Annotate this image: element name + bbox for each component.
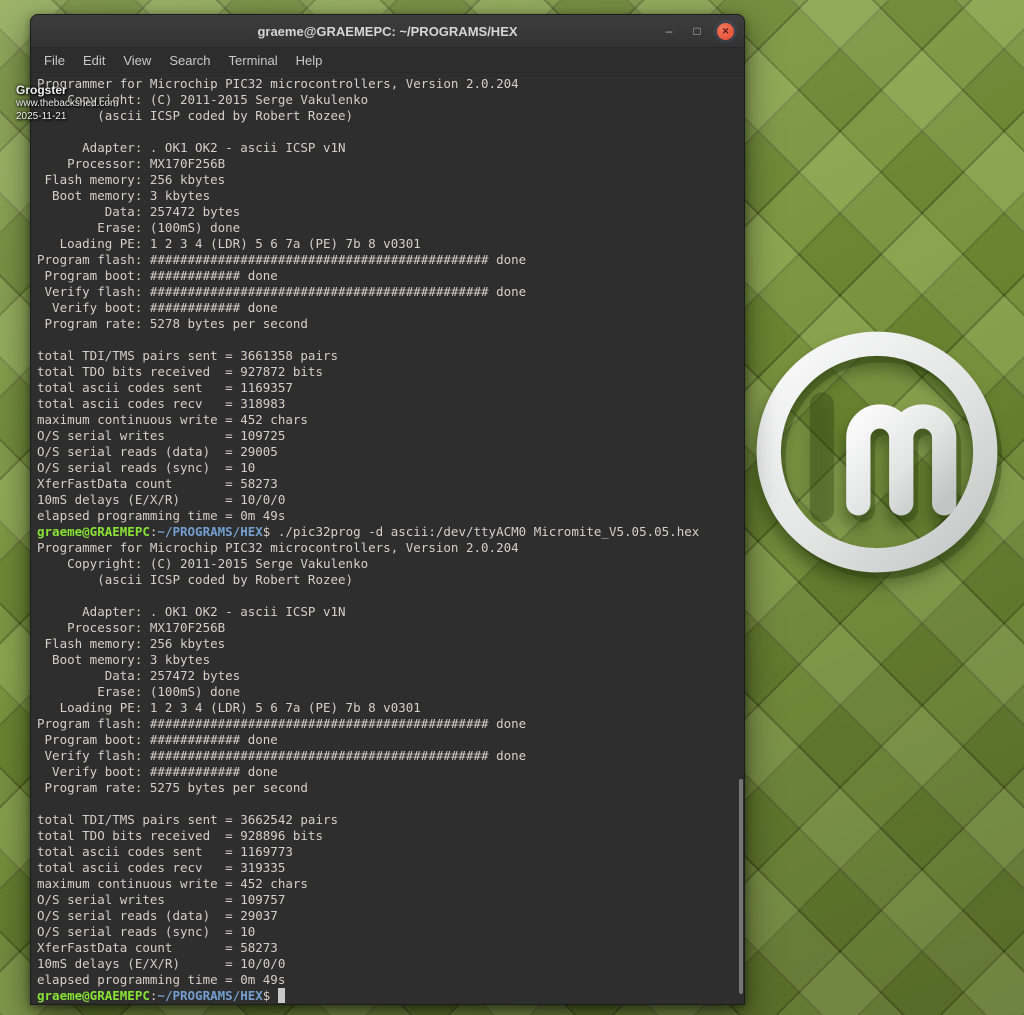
terminal-line: Processor: MX170F256B — [37, 620, 744, 636]
terminal-line: 10mS delays (E/X/R) = 10/0/0 — [37, 492, 744, 508]
terminal-line: Programmer for Microchip PIC32 microcont… — [37, 76, 744, 92]
terminal-line: Programmer for Microchip PIC32 microcont… — [37, 540, 744, 556]
terminal-area[interactable]: Programmer for Microchip PIC32 microcont… — [31, 73, 744, 1004]
terminal-line: O/S serial reads (sync) = 10 — [37, 924, 744, 940]
terminal-line: XferFastData count = 58273 — [37, 940, 744, 956]
window-titlebar[interactable]: graeme@GRAEMEPC: ~/PROGRAMS/HEX – □ ✕ — [31, 15, 744, 48]
terminal-line: total ascii codes recv = 318983 — [37, 396, 744, 412]
terminal-line: total TDI/TMS pairs sent = 3662542 pairs — [37, 812, 744, 828]
terminal-line: Verify boot: ############ done — [37, 300, 744, 316]
menu-item-terminal[interactable]: Terminal — [220, 50, 287, 71]
menu-bar: FileEditViewSearchTerminalHelp — [31, 48, 744, 73]
terminal-line: XferFastData count = 58273 — [37, 476, 744, 492]
terminal-line — [37, 588, 744, 604]
terminal-line: Flash memory: 256 kbytes — [37, 172, 744, 188]
terminal-output: Programmer for Microchip PIC32 microcont… — [37, 76, 744, 1004]
terminal-line: O/S serial reads (data) = 29037 — [37, 908, 744, 924]
minimize-button[interactable]: – — [661, 23, 677, 39]
watermark-site: www.thebackshed.com — [16, 97, 118, 110]
terminal-line: Boot memory: 3 kbytes — [37, 188, 744, 204]
terminal-line: Copyright: (C) 2011-2015 Serge Vakulenko — [37, 556, 744, 572]
terminal-line: total ascii codes sent = 1169773 — [37, 844, 744, 860]
terminal-line: Loading PE: 1 2 3 4 (LDR) 5 6 7a (PE) 7b… — [37, 700, 744, 716]
terminal-line: total ascii codes sent = 1169357 — [37, 380, 744, 396]
terminal-line: Loading PE: 1 2 3 4 (LDR) 5 6 7a (PE) 7b… — [37, 236, 744, 252]
watermark-date: 2025-11-21 — [16, 110, 118, 123]
terminal-line: Verify flash: ##########################… — [37, 284, 744, 300]
terminal-line — [37, 332, 744, 348]
terminal-cursor — [278, 988, 286, 1003]
terminal-line: Program flash: #########################… — [37, 252, 744, 268]
terminal-line: Erase: (100mS) done — [37, 220, 744, 236]
menu-item-help[interactable]: Help — [287, 50, 332, 71]
terminal-line: O/S serial writes = 109757 — [37, 892, 744, 908]
terminal-line: Verify flash: ##########################… — [37, 748, 744, 764]
terminal-line: O/S serial reads (data) = 29005 — [37, 444, 744, 460]
terminal-window: graeme@GRAEMEPC: ~/PROGRAMS/HEX – □ ✕ Fi… — [30, 14, 745, 1005]
terminal-line: (ascii ICSP coded by Robert Rozee) — [37, 572, 744, 588]
terminal-line: Data: 257472 bytes — [37, 668, 744, 684]
terminal-line: total TDO bits received = 928896 bits — [37, 828, 744, 844]
terminal-line: elapsed programming time = 0m 49s — [37, 508, 744, 524]
window-title: graeme@GRAEMEPC: ~/PROGRAMS/HEX — [31, 24, 744, 39]
watermark-author: Grogster — [16, 84, 118, 97]
terminal-line — [37, 796, 744, 812]
menu-item-view[interactable]: View — [114, 50, 160, 71]
terminal-line: Adapter: . OK1 OK2 - ascii ICSP v1N — [37, 604, 744, 620]
terminal-line: Verify boot: ############ done — [37, 764, 744, 780]
menu-item-search[interactable]: Search — [160, 50, 219, 71]
terminal-line: (ascii ICSP coded by Robert Rozee) — [37, 108, 744, 124]
maximize-button[interactable]: □ — [689, 23, 705, 39]
terminal-line: Data: 257472 bytes — [37, 204, 744, 220]
terminal-line: Erase: (100mS) done — [37, 684, 744, 700]
terminal-line: graeme@GRAEMEPC:~/PROGRAMS/HEX$ ./pic32p… — [37, 524, 744, 540]
desktop-watermark: Grogster www.thebackshed.com 2025-11-21 — [16, 84, 118, 123]
window-controls: – □ ✕ — [661, 15, 734, 47]
terminal-line: Program rate: 5275 bytes per second — [37, 780, 744, 796]
terminal-line: 10mS delays (E/X/R) = 10/0/0 — [37, 956, 744, 972]
terminal-line: elapsed programming time = 0m 49s — [37, 972, 744, 988]
terminal-line: Adapter: . OK1 OK2 - ascii ICSP v1N — [37, 140, 744, 156]
terminal-line: Program flash: #########################… — [37, 716, 744, 732]
terminal-line: Program boot: ############ done — [37, 268, 744, 284]
terminal-line: Program rate: 5278 bytes per second — [37, 316, 744, 332]
terminal-line: O/S serial writes = 109725 — [37, 428, 744, 444]
terminal-line: maximum continuous write = 452 chars — [37, 876, 744, 892]
close-button[interactable]: ✕ — [717, 23, 734, 40]
menu-item-edit[interactable]: Edit — [74, 50, 114, 71]
menu-item-file[interactable]: File — [35, 50, 74, 71]
terminal-line: total TDO bits received = 927872 bits — [37, 364, 744, 380]
terminal-line — [37, 124, 744, 140]
terminal-line: total TDI/TMS pairs sent = 3661358 pairs — [37, 348, 744, 364]
terminal-line: O/S serial reads (sync) = 10 — [37, 460, 744, 476]
terminal-line: Flash memory: 256 kbytes — [37, 636, 744, 652]
terminal-line: maximum continuous write = 452 chars — [37, 412, 744, 428]
terminal-line: graeme@GRAEMEPC:~/PROGRAMS/HEX$ — [37, 988, 744, 1004]
scrollbar-thumb[interactable] — [739, 779, 743, 994]
terminal-line: Processor: MX170F256B — [37, 156, 744, 172]
terminal-line: Program boot: ############ done — [37, 732, 744, 748]
terminal-line: total ascii codes recv = 319335 — [37, 860, 744, 876]
terminal-line: Boot memory: 3 kbytes — [37, 652, 744, 668]
terminal-line: Copyright: (C) 2011-2015 Serge Vakulenko — [37, 92, 744, 108]
linux-mint-logo — [737, 312, 1017, 592]
